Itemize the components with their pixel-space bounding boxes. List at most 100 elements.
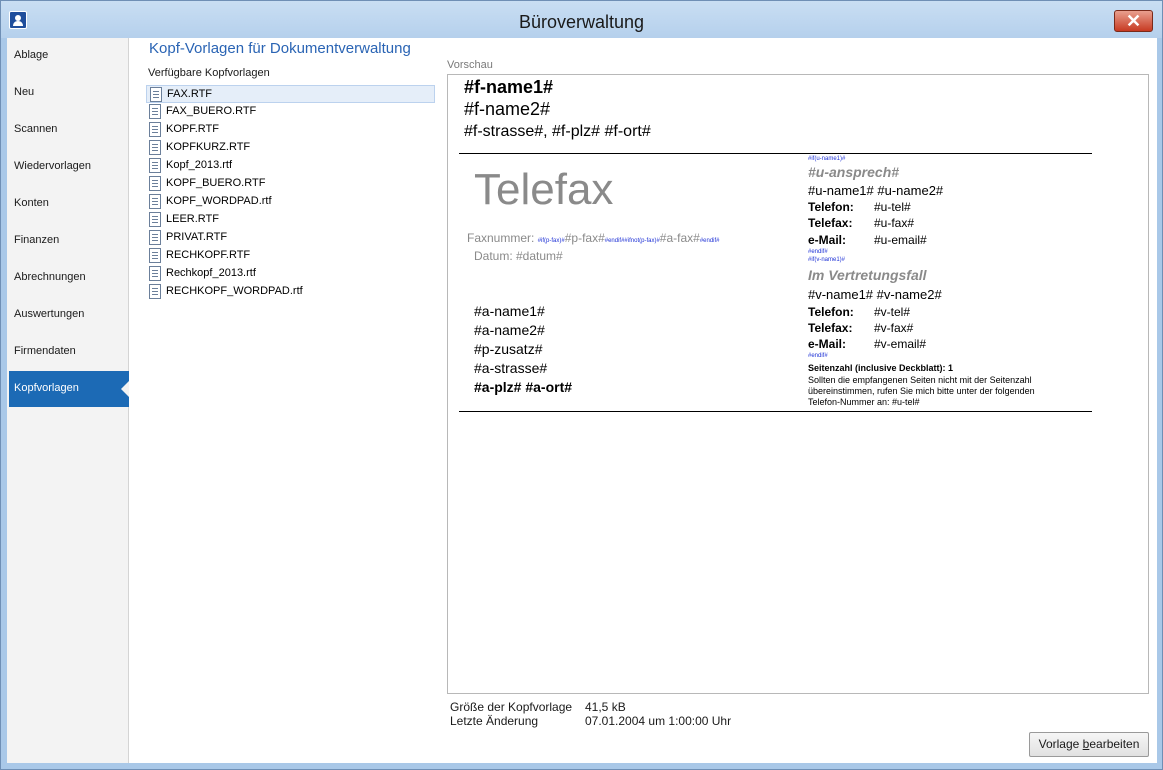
changed-label: Letzte Änderung [450,714,539,728]
preview-vertretung: Im Vertretungsfall [808,267,927,283]
file-name: Rechkopf_2013.rtf [166,267,256,279]
close-button[interactable]: ✕ [1114,10,1153,32]
sidebar-item-kopfvorlagen[interactable]: Kopfvorlagen [9,371,129,407]
preview-label: Vorschau [447,59,493,71]
list-item[interactable]: KOPF_BUERO.RTF [146,175,435,193]
sidebar-item-auswertungen[interactable]: Auswertungen [9,297,129,333]
title-bar[interactable]: Büroverwaltung ✕ [1,1,1162,38]
code-if: #if(p-fax)# [537,238,565,244]
telefax-label: Telefax: [808,321,853,335]
size-value: 41,5 kB [585,700,626,714]
sidebar-item-finanzen[interactable]: Finanzen [9,223,129,259]
document-icon [149,158,161,173]
list-item[interactable]: KOPFKURZ.RTF [146,139,435,157]
preview-f-name2: #f-name2# [464,99,551,119]
list-item[interactable]: PRIVAT.RTF [146,229,435,247]
file-name: FAX.RTF [167,88,213,100]
list-item[interactable]: FAX_BUERO.RTF [146,103,435,121]
document-icon [149,266,161,281]
faxnummer-pfax: #p-fax# [564,231,605,245]
window-title: Büroverwaltung [518,12,645,32]
code-if-v-name1: #if(v-name1)# [808,257,846,263]
list-item[interactable]: FAX.RTF [146,85,435,103]
sidebar: Ablage Neu Scannen Wiedervorlagen Konten… [7,38,129,763]
list-item[interactable]: KOPF.RTF [146,121,435,139]
preview-hinweis-line1: Sollten die empfangenen Seiten nicht mit… [808,375,1032,385]
telefax-label: Telefax: [808,216,853,230]
sidebar-item-firmendaten[interactable]: Firmendaten [9,334,129,370]
preview-u-tel: #u-tel# [874,200,911,214]
preview-telefax-heading: Telefax [474,165,614,214]
preview-a-plz-ort: #a-plz# #a-ort# [474,379,573,395]
list-item[interactable]: LEER.RTF [146,211,435,229]
list-item[interactable]: RECHKOPF.RTF [146,247,435,265]
document-icon [149,122,161,137]
edit-button-prefix: Vorlage [1038,737,1083,751]
preview-v-names: #v-name1# #v-name2# [808,287,942,302]
file-name: Kopf_2013.rtf [166,159,233,171]
sidebar-item-abrechnungen[interactable]: Abrechnungen [9,260,129,296]
size-label: Größe der Kopfvorlage [450,700,573,714]
file-name: LEER.RTF [166,213,219,225]
document-icon [150,87,162,102]
content-area: Ablage Neu Scannen Wiedervorlagen Konten… [7,38,1157,763]
sidebar-item-ablage[interactable]: Ablage [9,38,129,74]
sidebar-item-neu[interactable]: Neu [9,75,129,111]
preview-p-zusatz: #p-zusatz# [474,341,543,357]
preview-faxnummer: Faxnummer: #if(p-fax)##p-fax##endif##ifn… [467,231,720,245]
file-name: KOPF_WORDPAD.rtf [166,195,272,207]
file-name: KOPFKURZ.RTF [166,141,251,153]
list-item[interactable]: KOPF_WORDPAD.rtf [146,193,435,211]
file-name: RECHKOPF.RTF [166,249,251,261]
file-name: KOPF.RTF [166,123,219,135]
file-name: RECHKOPF_WORDPAD.rtf [166,285,303,297]
edit-template-button[interactable]: Vorlage bearbeiten [1029,732,1149,757]
divider [459,411,1092,412]
sidebar-item-konten[interactable]: Konten [9,186,129,222]
file-name: KOPF_BUERO.RTF [166,177,266,189]
preview-panel: #f-name1# #f-name2# #f-strasse#, #f-plz#… [447,74,1149,694]
divider [459,153,1092,154]
page-title: Kopf-Vorlagen für Dokumentverwaltung [149,40,411,57]
document-icon [149,104,161,119]
document-icon [149,248,161,263]
document-icon [149,212,161,227]
document-icon [149,230,161,245]
preview-u-ansprech: #u-ansprech# [808,164,900,180]
code-else: #endif##ifnot(p-fax)# [604,238,660,244]
code-endif: #endif# [808,249,828,255]
preview-v-tel: #v-tel# [874,305,911,319]
changed-value: 07.01.2004 um 1:00:00 Uhr [585,714,732,728]
faxnummer-afax: #a-fax# [659,231,700,245]
preview-v-email: #v-email# [874,337,927,351]
list-item[interactable]: Kopf_2013.rtf [146,157,435,175]
template-list[interactable]: FAX.RTF FAX_BUERO.RTF KOPF.RTF KOPFKURZ.… [146,85,435,305]
faxnummer-label: Faxnummer: [467,231,535,245]
edit-button-rest: earbeiten [1089,737,1140,751]
email-label: e-Mail: [808,233,847,247]
sidebar-item-wiedervorlagen[interactable]: Wiedervorlagen [9,149,129,185]
preview-a-name1: #a-name1# [474,303,545,319]
document-icon [149,194,161,209]
sidebar-item-scannen[interactable]: Scannen [9,112,129,148]
document-icon [149,284,161,299]
list-item[interactable]: Rechkopf_2013.rtf [146,265,435,283]
preview-f-address: #f-strasse#, #f-plz# #f-ort# [464,123,651,140]
document-icon [149,140,161,155]
telefon-label: Telefon: [808,200,854,214]
file-name: PRIVAT.RTF [166,231,228,243]
app-window: Büroverwaltung ✕ Ablage Neu Scannen Wied… [0,0,1163,770]
preview-u-fax: #u-fax# [874,216,915,230]
preview-hinweis-line2: übereinstimmen, rufen Sie mich bitte unt… [808,386,1035,396]
preview-u-email: #u-email# [874,233,927,247]
preview-f-name1: #f-name1# [464,77,554,97]
list-item[interactable]: RECHKOPF_WORDPAD.rtf [146,283,435,301]
document-icon [149,176,161,191]
preview-a-name2: #a-name2# [474,322,545,338]
preview-v-fax: #v-fax# [874,321,914,335]
code-if-u-name1: #if(u-name1)# [808,156,846,162]
file-name: FAX_BUERO.RTF [166,105,257,117]
code-endif: #endif# [808,353,828,359]
template-list-label: Verfügbare Kopfvorlagen [148,67,270,79]
email-label: e-Mail: [808,337,847,351]
